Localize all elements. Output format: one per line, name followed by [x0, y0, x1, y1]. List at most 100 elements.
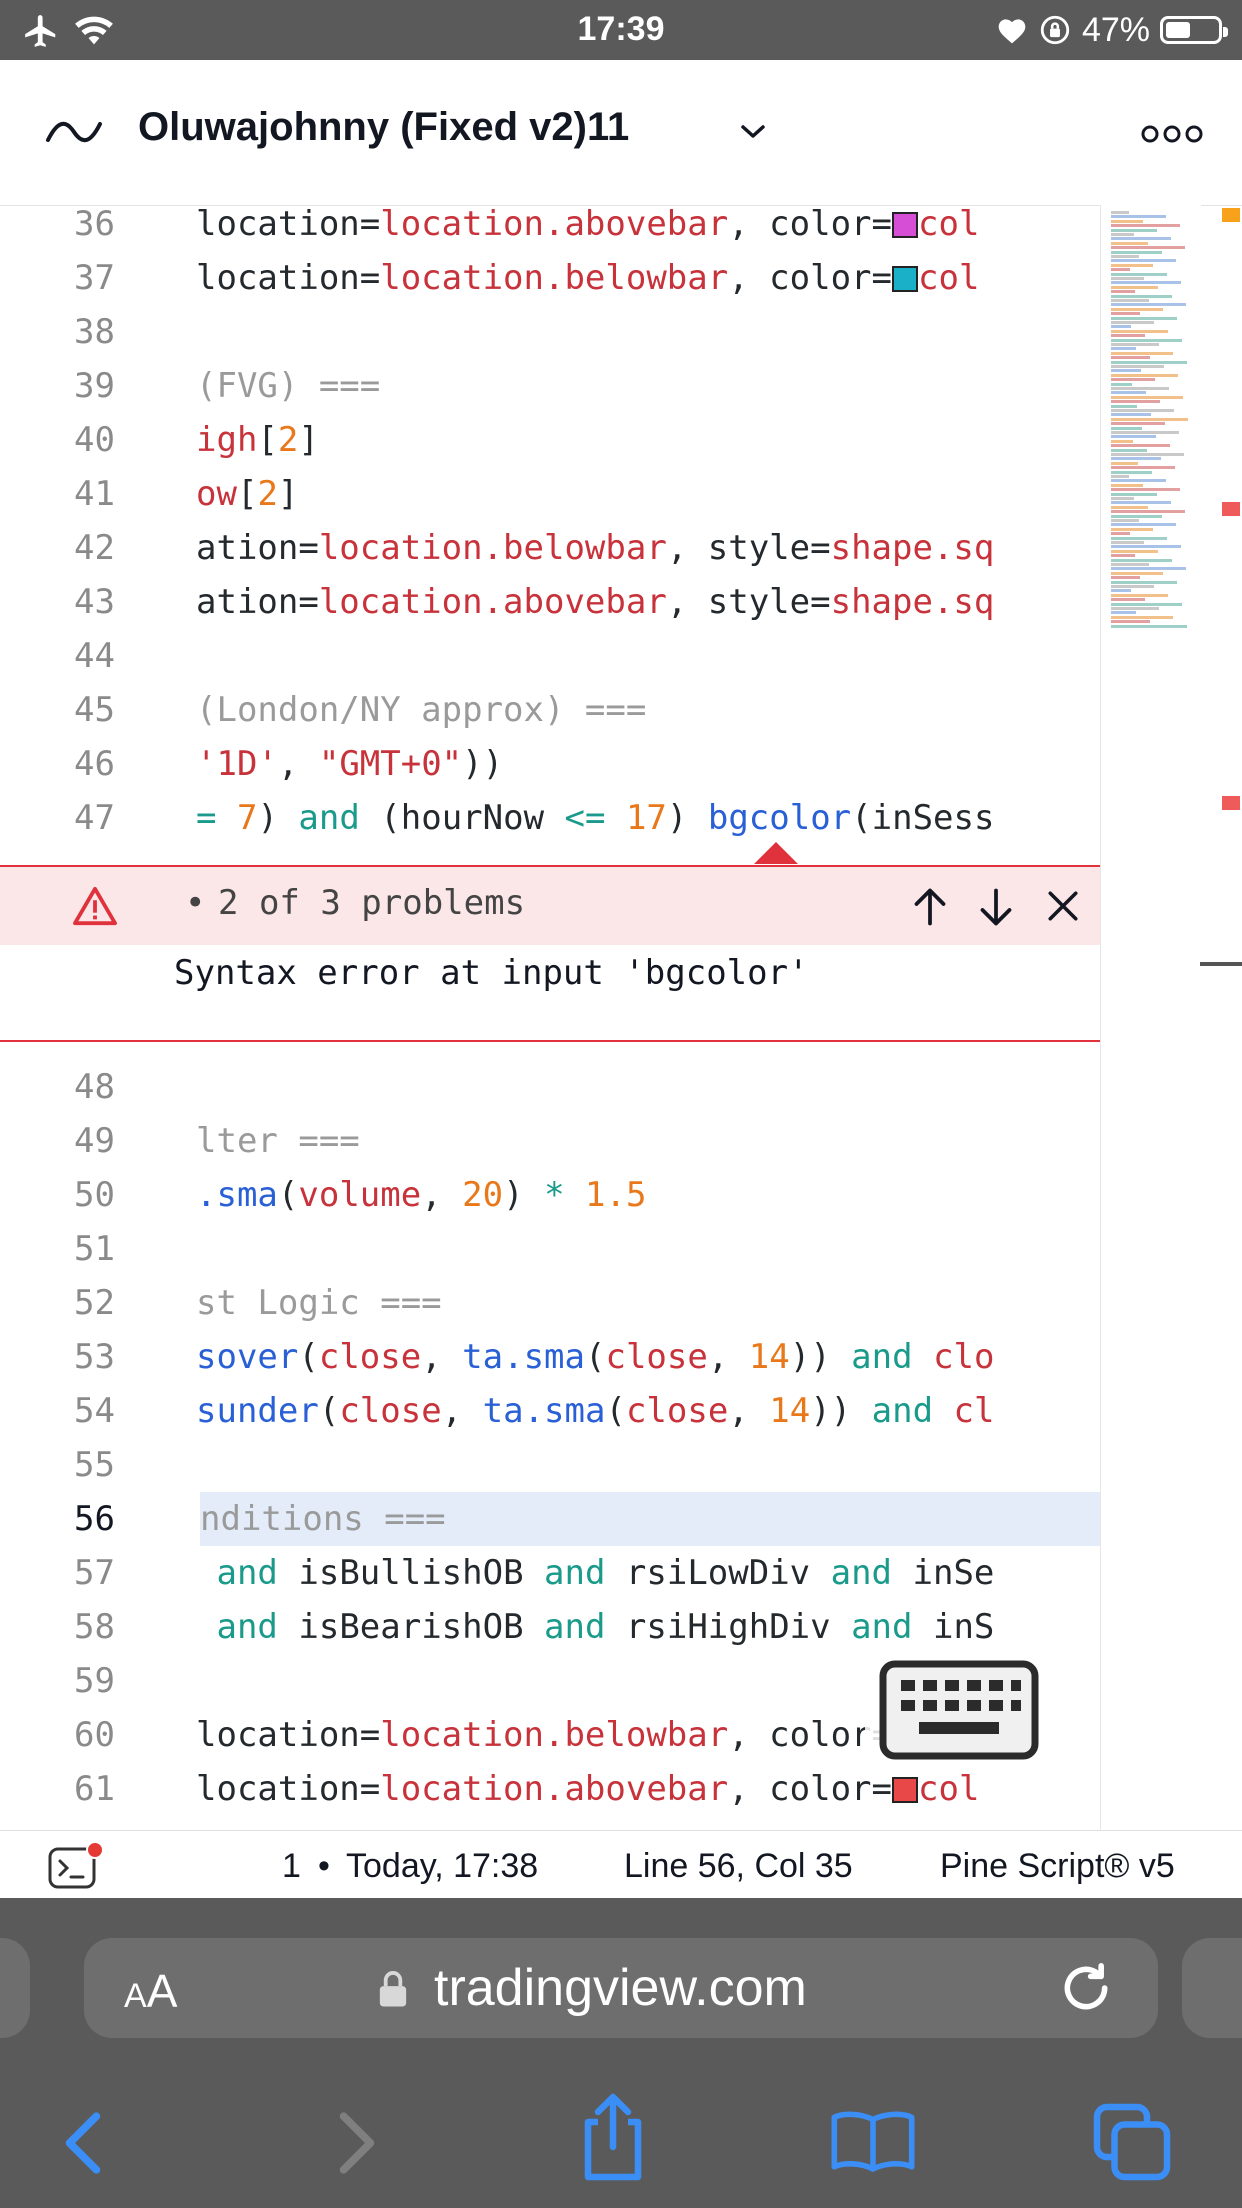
- script-title[interactable]: Oluwajohnny (Fixed v2)11: [138, 105, 629, 150]
- code-text[interactable]: ow[2]: [196, 467, 1100, 521]
- code-token: location.belowbar: [380, 1715, 729, 1755]
- bookmarks-icon[interactable]: [830, 2110, 916, 2172]
- code-line-42[interactable]: 42 ation=location.belowbar, style=shape.s…: [0, 521, 1100, 575]
- code-line-37[interactable]: 37 location=location.belowbar, color= col: [0, 251, 1100, 305]
- error-squiggle-icon: [754, 842, 798, 864]
- code-text[interactable]: igh[2]: [196, 413, 1100, 467]
- color-swatch[interactable]: [892, 212, 918, 238]
- code-text[interactable]: ation=location.belowbar, style=shape.sq: [196, 521, 1100, 575]
- line-number: 38: [74, 312, 115, 352]
- code-line-58[interactable]: 58 and isBearishOB and rsiHighDiv and in…: [0, 1600, 1100, 1654]
- code-text[interactable]: sover(close, ta.sma(close, 14)) and clo: [196, 1330, 1100, 1384]
- code-minimap[interactable]: [1100, 205, 1201, 1830]
- minimap-line: [1111, 329, 1168, 333]
- code-line-41[interactable]: 41 ow[2]: [0, 467, 1100, 521]
- minimap-line: [1111, 611, 1136, 615]
- code-token: and: [830, 1553, 893, 1593]
- code-line-61[interactable]: 61 location=location.abovebar, color= col: [0, 1762, 1100, 1816]
- code-line-40[interactable]: 40 igh[2]: [0, 413, 1100, 467]
- code-text[interactable]: (FVG) ===: [196, 359, 1100, 413]
- code-line-50[interactable]: 50 .sma(volume, 20) * 1.5: [0, 1168, 1100, 1222]
- line-number: 42: [74, 528, 115, 568]
- line-number: 49: [74, 1121, 115, 1161]
- code-token: "GMT+0": [318, 744, 463, 784]
- code-line-38[interactable]: 38: [0, 305, 1100, 359]
- code-token: col: [918, 258, 980, 298]
- code-text[interactable]: location=location.abovebar, color= col: [196, 197, 1100, 251]
- close-icon[interactable]: [1046, 889, 1080, 923]
- code-line-56[interactable]: 56 nditions ===: [0, 1492, 1104, 1546]
- keyboard-toggle-button[interactable]: [865, 1650, 1055, 1770]
- code-token: ]: [298, 420, 319, 460]
- code-line-51[interactable]: 51: [0, 1222, 1100, 1276]
- arrow-down-icon[interactable]: [978, 887, 1014, 927]
- code-line-46[interactable]: 46 '1D', "GMT+0")): [0, 737, 1100, 791]
- share-icon[interactable]: [578, 2092, 648, 2182]
- reload-icon[interactable]: [1058, 1960, 1114, 2016]
- code-token: ,: [441, 1391, 483, 1431]
- code-text[interactable]: ation=location.abovebar, style=shape.sq: [196, 575, 1100, 629]
- code-text[interactable]: = 7) and (hourNow <= 17) bgcolor(inSess: [196, 791, 1100, 845]
- code-line-47[interactable]: 47 = 7) and (hourNow <= 17) bgcolor(inSes…: [0, 791, 1100, 845]
- code-text[interactable]: (London/NY approx) ===: [196, 683, 1100, 737]
- line-number: 54: [74, 1391, 115, 1431]
- pine-script-logo-icon[interactable]: [44, 114, 104, 150]
- lock-icon: [379, 1971, 407, 2007]
- code-line-39[interactable]: 39 (FVG) ===: [0, 359, 1100, 413]
- code-text[interactable]: location=location.belowbar, color= col: [196, 251, 1100, 305]
- code-line-49[interactable]: 49 lter ===: [0, 1114, 1100, 1168]
- console-button[interactable]: [48, 1841, 104, 1889]
- code-text[interactable]: sunder(close, ta.sma(close, 14)) and cl: [196, 1384, 1100, 1438]
- back-icon[interactable]: [60, 2110, 106, 2176]
- code-text[interactable]: nditions ===: [200, 1492, 1104, 1546]
- code-text[interactable]: .sma(volume, 20) * 1.5: [196, 1168, 1100, 1222]
- code-token: close: [318, 1337, 422, 1377]
- tabs-icon[interactable]: [1092, 2102, 1172, 2182]
- more-options-icon[interactable]: [1140, 122, 1204, 146]
- minimap-line: [1111, 549, 1158, 553]
- previous-tab-peek[interactable]: [0, 1938, 30, 2038]
- battery-icon: [1160, 16, 1228, 44]
- code-token: ow: [196, 474, 237, 514]
- language-version[interactable]: Pine Script® v5: [940, 1847, 1175, 1886]
- url-domain[interactable]: tradingview.com: [434, 1958, 807, 2018]
- code-text[interactable]: lter ===: [196, 1114, 1100, 1168]
- cursor-position[interactable]: Line 56, Col 35: [624, 1847, 853, 1886]
- code-text[interactable]: st Logic ===: [196, 1276, 1100, 1330]
- status-bar: 17:39 47%: [0, 0, 1242, 60]
- minimap-line: [1111, 224, 1180, 228]
- code-text[interactable]: and isBullishOB and rsiLowDiv and inSe: [196, 1546, 1100, 1600]
- text-size-button[interactable]: AAAA: [124, 1964, 177, 2018]
- forward-icon[interactable]: [334, 2110, 380, 2176]
- chevron-down-icon[interactable]: [738, 122, 768, 142]
- minimap-line: [1111, 404, 1137, 408]
- code-line-43[interactable]: 43 ation=location.abovebar, style=shape.s…: [0, 575, 1100, 629]
- code-line-45[interactable]: 45 (London/NY approx) ===: [0, 683, 1100, 737]
- minimap-line: [1111, 211, 1129, 214]
- code-line-57[interactable]: 57 and isBullishOB and rsiLowDiv and inS…: [0, 1546, 1100, 1600]
- code-text[interactable]: location=location.abovebar, color= col: [196, 1762, 1100, 1816]
- code-line-48[interactable]: 48: [0, 1060, 1100, 1114]
- address-bar[interactable]: AAAA tradingview.com: [84, 1938, 1158, 2038]
- code-line-55[interactable]: 55: [0, 1438, 1100, 1492]
- code-token: close: [339, 1391, 442, 1431]
- minimap-line: [1111, 607, 1159, 610]
- code-token: [: [236, 474, 258, 514]
- code-text[interactable]: '1D', "GMT+0")): [196, 737, 1100, 791]
- arrow-up-icon[interactable]: [912, 887, 948, 927]
- code-line-36[interactable]: 36 location=location.abovebar, color= col: [0, 197, 1100, 251]
- code-line-52[interactable]: 52 st Logic ===: [0, 1276, 1100, 1330]
- saved-time[interactable]: Today, 17:38: [346, 1847, 538, 1886]
- code-token: shape.sq: [830, 528, 995, 568]
- code-line-54[interactable]: 54 sunder(close, ta.sma(close, 14)) and c…: [0, 1384, 1100, 1438]
- code-line-53[interactable]: 53 sover(close, ta.sma(close, 14)) and cl…: [0, 1330, 1100, 1384]
- code-token: , style=: [666, 582, 831, 622]
- code-text[interactable]: and isBearishOB and rsiHighDiv and inS: [196, 1600, 1100, 1654]
- code-line-44[interactable]: 44: [0, 629, 1100, 683]
- color-swatch[interactable]: [892, 266, 918, 292]
- next-tab-peek[interactable]: [1182, 1938, 1242, 2038]
- color-swatch[interactable]: [892, 1777, 918, 1803]
- code-token: (: [605, 1391, 626, 1431]
